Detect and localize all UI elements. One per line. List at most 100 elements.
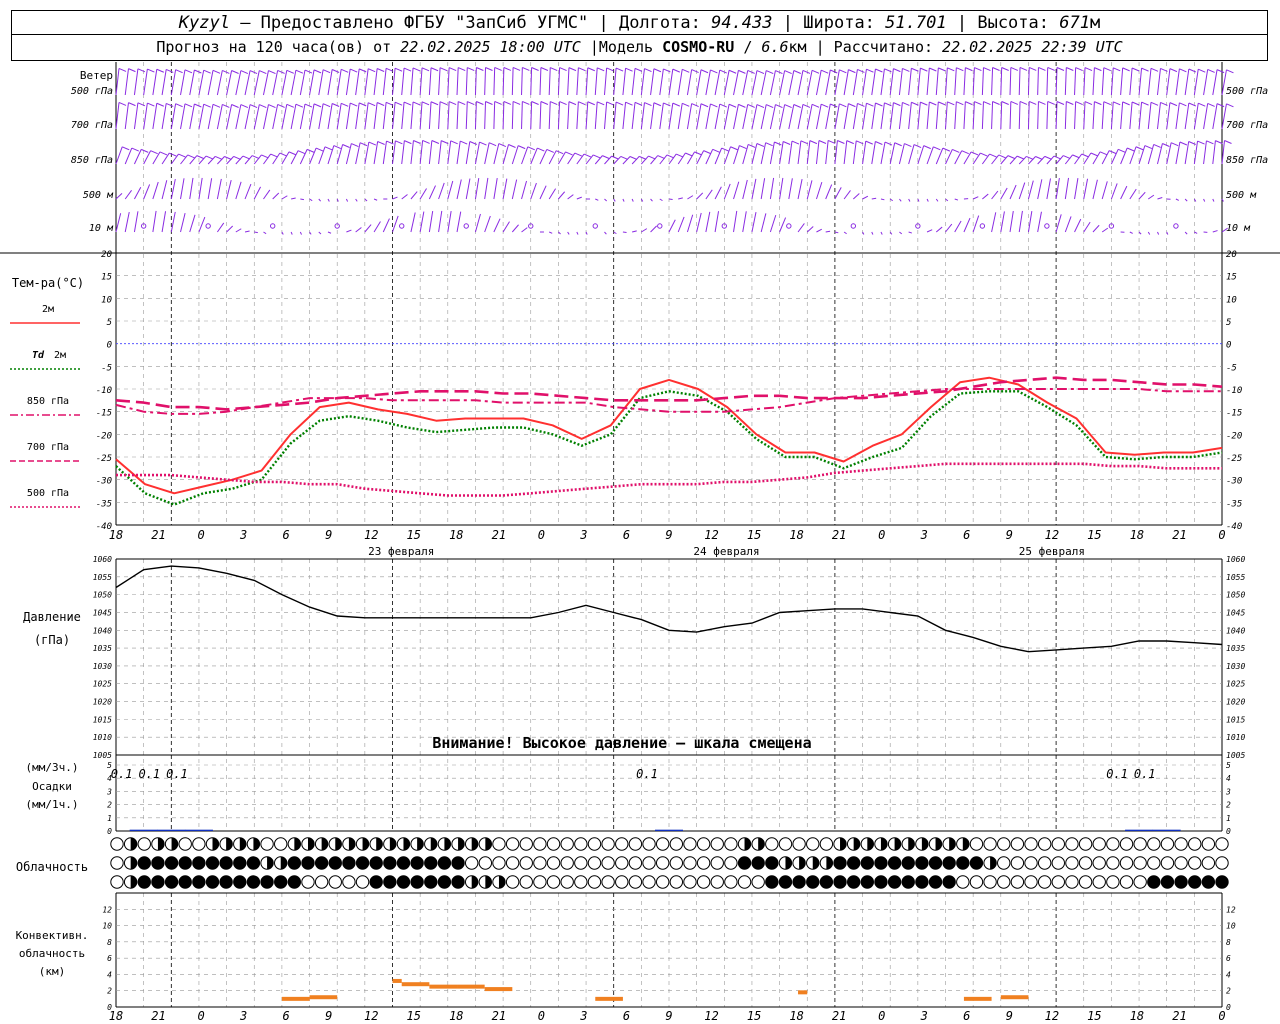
cloud-symbol: [369, 856, 383, 870]
wind-barb: [687, 151, 695, 165]
wind-barb: [1074, 67, 1077, 96]
cloud-symbol-half: [267, 856, 274, 870]
cloud-symbol: [219, 856, 233, 870]
wind-barb: [1037, 67, 1039, 96]
cloud-symbol: [478, 856, 493, 870]
wind-barb-flag: [1075, 101, 1083, 106]
wind-barb-flag: [259, 104, 267, 109]
temp-tick-right: -10: [1226, 386, 1242, 396]
wind-barb-flag: [559, 101, 567, 106]
time-tick-label: 15: [407, 1009, 421, 1023]
wind-barb: [124, 102, 129, 130]
wind-barb: [548, 67, 551, 96]
time-tick-label: 21: [1172, 1009, 1186, 1023]
cloud-symbol-half: [485, 837, 492, 851]
wind-barb-flag: [1108, 150, 1117, 155]
wind-barb: [696, 192, 704, 200]
cloud-symbol: [410, 875, 424, 889]
wind-barb: [1194, 231, 1198, 234]
cloud-symbol: [1065, 875, 1079, 889]
time-tick-label: 0: [197, 1009, 204, 1023]
cloud-symbol: [260, 875, 274, 889]
wind-barb-flag: [766, 70, 774, 75]
wind-barb: [133, 102, 139, 130]
cloud-symbol-half: [417, 837, 424, 851]
conv-tick-left: 6: [107, 954, 112, 963]
calm-circle: [463, 223, 469, 229]
cloud-symbol: [737, 856, 752, 870]
time-tick-label: 0: [538, 528, 545, 542]
wind-barb: [1009, 67, 1012, 96]
wind-barb-flag: [508, 144, 516, 148]
wind-barb-flag: [540, 67, 549, 71]
wind-barb-flag: [1162, 143, 1170, 147]
wind-barb: [650, 225, 658, 233]
wind-barb: [917, 68, 921, 96]
time-tick-label: 15: [1087, 1009, 1101, 1023]
wind-barb-flag: [340, 102, 349, 107]
wind-barb: [355, 227, 362, 233]
wind-barb-flag: [431, 140, 440, 144]
wind-barb-flag: [802, 103, 811, 108]
convective-bar: [281, 996, 310, 1001]
wind-barb: [788, 104, 795, 130]
wind-barb-flag: [233, 155, 241, 160]
time-tick-label: 6: [623, 528, 630, 542]
wind-barb-flag: [1038, 101, 1046, 105]
wind-barb-flag: [395, 140, 403, 145]
time-tick-label: 3: [920, 1009, 928, 1023]
wind-barb: [1027, 180, 1034, 200]
cloud-symbol: [410, 856, 424, 870]
wind-barb-flag: [421, 67, 430, 72]
cloud-symbol: [546, 856, 561, 870]
wind-barb-flag: [848, 103, 856, 108]
time-tick-label: 0: [197, 528, 204, 542]
wind-barb: [281, 195, 288, 200]
wind-barb: [935, 147, 944, 165]
wind-barb: [364, 102, 369, 130]
cloud-symbol-half: [130, 875, 137, 889]
cloud-symbol: [110, 875, 124, 889]
wind-barb: [502, 221, 510, 233]
pressure-unit: (гПа): [34, 633, 70, 647]
time-tick-label: 9: [1006, 1009, 1013, 1023]
cloud-symbol: [1051, 837, 1065, 851]
wind-barb-flag: [700, 103, 709, 108]
wind-barb: [290, 70, 297, 96]
wind-barb: [806, 180, 813, 200]
wind-barb: [1212, 230, 1218, 233]
wind-barb: [318, 198, 322, 202]
wind-barb: [843, 231, 847, 235]
cloud-symbol: [1092, 856, 1106, 870]
wind-barb-flag: [240, 104, 249, 109]
wind-barb-flag: [1113, 101, 1121, 106]
cloud-symbol: [819, 837, 834, 851]
wind-barb-flag: [694, 151, 702, 156]
wind-barb-flag: [765, 142, 773, 147]
wind-barb-flag: [1072, 154, 1080, 159]
cloud-symbol: [983, 837, 997, 851]
wind-barb: [631, 198, 634, 202]
wind-barb: [1027, 211, 1033, 233]
wind-barb-flag: [839, 103, 847, 108]
wind-barb: [521, 180, 528, 200]
precip-bar: [1125, 829, 1154, 831]
wind-barb: [290, 104, 297, 130]
wind-barb: [161, 211, 167, 233]
wind-barb: [1046, 101, 1049, 130]
wind-barb-flag: [277, 69, 285, 74]
wind-barb: [714, 103, 721, 130]
cloud-symbol: [437, 875, 452, 889]
wind-barb: [935, 101, 939, 130]
wind-barb-flag: [666, 154, 675, 159]
cloud-symbol-half: [471, 875, 478, 889]
calm-circle: [1173, 223, 1179, 229]
cloud-symbol: [396, 875, 411, 889]
cloud-symbol: [1174, 875, 1188, 889]
cloud-symbol-half: [348, 837, 356, 851]
wind-barb-flag: [412, 67, 421, 72]
wind-barb: [438, 101, 441, 130]
wind-barb: [696, 212, 702, 233]
wind-barb-flag: [128, 102, 136, 107]
wind-barb-flag: [367, 68, 376, 73]
